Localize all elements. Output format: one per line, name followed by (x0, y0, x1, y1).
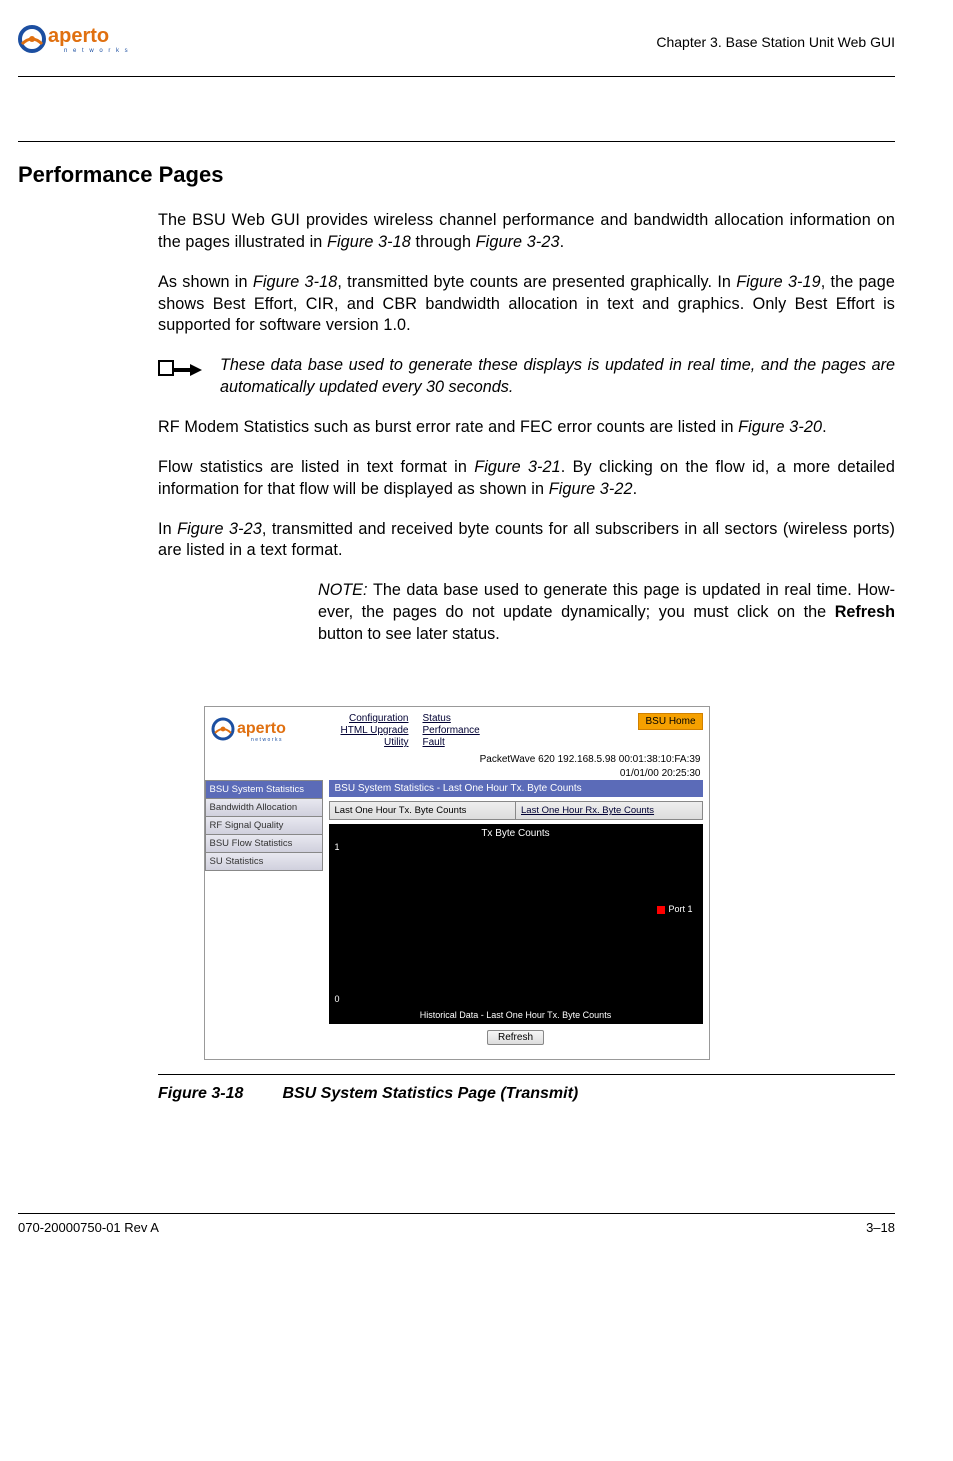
svg-text:networks: networks (251, 737, 283, 743)
figure-title: BSU System Statistics Page (Transmit) (282, 1085, 578, 1102)
link-fault[interactable]: Fault (423, 737, 480, 748)
figure-number: Figure 3-18 (158, 1085, 278, 1103)
aperto-logo: aperto n e t w o r k s (18, 18, 128, 65)
sidebar-item-rf-signal[interactable]: RF Signal Quality (205, 817, 323, 835)
page-footer: 070-20000750-01 Rev A 3–18 (18, 1213, 895, 1235)
paragraph-3: RF Modem Statistics such as burst error … (158, 417, 895, 439)
y-axis-max: 1 (335, 842, 340, 852)
tab-rx-counts[interactable]: Last One Hour Rx. Byte Counts (516, 801, 703, 820)
x-axis-caption: Historical Data - Last One Hour Tx. Byte… (329, 1010, 703, 1020)
paragraph-4: Flow statistics are listed in text forma… (158, 457, 895, 501)
figure-caption: Figure 3-18 BSU System Statistics Page (… (158, 1085, 895, 1103)
page-header: aperto n e t w o r k s Chapter 3. Base S… (18, 18, 895, 70)
tab-tx-counts[interactable]: Last One Hour Tx. Byte Counts (329, 801, 517, 820)
refresh-row: Refresh (329, 1024, 703, 1053)
legend-swatch-icon (657, 906, 665, 914)
pointing-hand-icon (158, 355, 204, 390)
link-configuration[interactable]: Configuration (341, 713, 409, 724)
refresh-button[interactable]: Refresh (487, 1030, 544, 1045)
y-axis-min: 0 (335, 994, 340, 1004)
ss-aperto-logo: aperto networks (211, 713, 311, 748)
figure-rule (158, 1074, 895, 1075)
link-performance[interactable]: Performance (423, 725, 480, 736)
link-utility[interactable]: Utility (341, 737, 409, 748)
panel-title-bar: BSU System Statistics - Last One Hour Tx… (329, 780, 703, 797)
sidebar-item-bandwidth[interactable]: Bandwidth Allocation (205, 799, 323, 817)
ss-header: aperto networks Configuration HTML Upgra… (205, 707, 709, 752)
footer-doc-id: 070-20000750-01 Rev A (18, 1220, 159, 1235)
svg-text:aperto: aperto (48, 25, 109, 47)
hand-note: These data base used to generate these d… (158, 355, 895, 399)
footer-page-number: 3–18 (866, 1220, 895, 1235)
note-paragraph: NOTE: The data base used to generate thi… (318, 580, 895, 646)
ss-main: BSU System Statistics - Last One Hour Tx… (323, 780, 709, 1059)
tab-row: Last One Hour Tx. Byte Counts Last One H… (329, 801, 703, 820)
section-rule (18, 141, 895, 142)
header-rule (18, 76, 895, 77)
chart-legend: Port 1 (657, 904, 692, 914)
device-info-line-2: 01/01/00 20:25:30 (205, 766, 709, 780)
paragraph-1: The BSU Web GUI provides wireless channe… (158, 210, 895, 254)
paragraph-2: As shown in Figure 3-18, transmitted byt… (158, 272, 895, 338)
device-info-line-1: PacketWave 620 192.168.5.98 00:01:38:10:… (205, 752, 709, 766)
ss-nav-links: Configuration HTML Upgrade Utility Statu… (341, 713, 480, 748)
body-block: The BSU Web GUI provides wireless channe… (158, 210, 895, 646)
ss-sidebar: BSU System Statistics Bandwidth Allocati… (205, 780, 323, 871)
link-html-upgrade[interactable]: HTML Upgrade (341, 725, 409, 736)
section-title: Performance Pages (18, 162, 233, 188)
chapter-label: Chapter 3. Base Station Unit Web GUI (656, 34, 895, 50)
tx-byte-chart: Tx Byte Counts 1 0 Port 1 Historical Dat… (329, 824, 703, 1024)
embedded-screenshot: aperto networks Configuration HTML Upgra… (204, 706, 710, 1060)
figure-wrap: aperto networks Configuration HTML Upgra… (18, 706, 895, 1060)
hand-note-text: These data base used to generate these d… (220, 355, 895, 399)
svg-text:aperto: aperto (237, 720, 286, 737)
paragraph-5: In Figure 3-23, transmitted and received… (158, 519, 895, 563)
chart-title: Tx Byte Counts (329, 824, 703, 839)
sidebar-item-bsu-flow[interactable]: BSU Flow Statistics (205, 835, 323, 853)
sidebar-item-bsu-stats[interactable]: BSU System Statistics (205, 780, 323, 799)
svg-text:n e t w o r k s: n e t w o r k s (64, 48, 128, 54)
link-status[interactable]: Status (423, 713, 480, 724)
bsu-home-button[interactable]: BSU Home (638, 713, 702, 730)
sidebar-item-su-stats[interactable]: SU Statistics (205, 853, 323, 871)
